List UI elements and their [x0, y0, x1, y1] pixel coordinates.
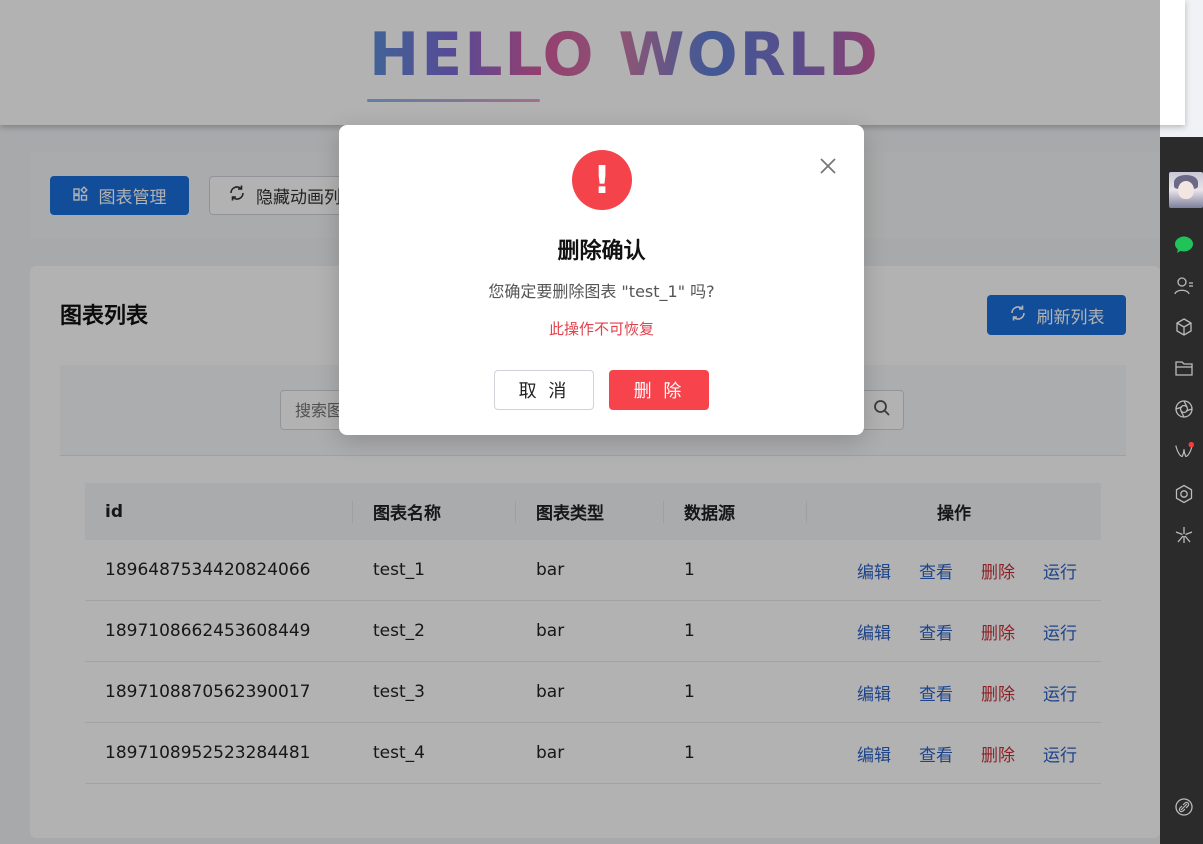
- confirm-delete-button[interactable]: 删 除: [609, 370, 709, 410]
- dialog-warning: 此操作不可恢复: [548, 320, 654, 338]
- link-icon[interactable]: [1174, 797, 1194, 817]
- cube-icon[interactable]: [1174, 317, 1194, 337]
- chat-icon[interactable]: [1174, 235, 1194, 255]
- sparkle-icon[interactable]: [1174, 525, 1194, 545]
- dialog-title: 删除确认: [557, 239, 646, 264]
- close-icon[interactable]: [817, 155, 839, 177]
- right-sidebar: [1160, 137, 1203, 844]
- avatar[interactable]: [1169, 172, 1203, 208]
- warning-icon: !: [572, 150, 632, 210]
- folder-icon[interactable]: [1174, 358, 1194, 378]
- settings-hex-icon[interactable]: [1174, 484, 1194, 504]
- delete-confirm-dialog: ! 删除确认 您确定要删除图表 "test_1" 吗? 此操作不可恢复 取 消 …: [339, 125, 864, 435]
- aperture-icon[interactable]: [1174, 399, 1194, 419]
- contacts-icon[interactable]: [1174, 276, 1194, 296]
- dialog-message: 您确定要删除图表 "test_1" 吗?: [488, 282, 715, 301]
- butterfly-icon[interactable]: [1174, 441, 1194, 461]
- cancel-button[interactable]: 取 消: [494, 370, 594, 410]
